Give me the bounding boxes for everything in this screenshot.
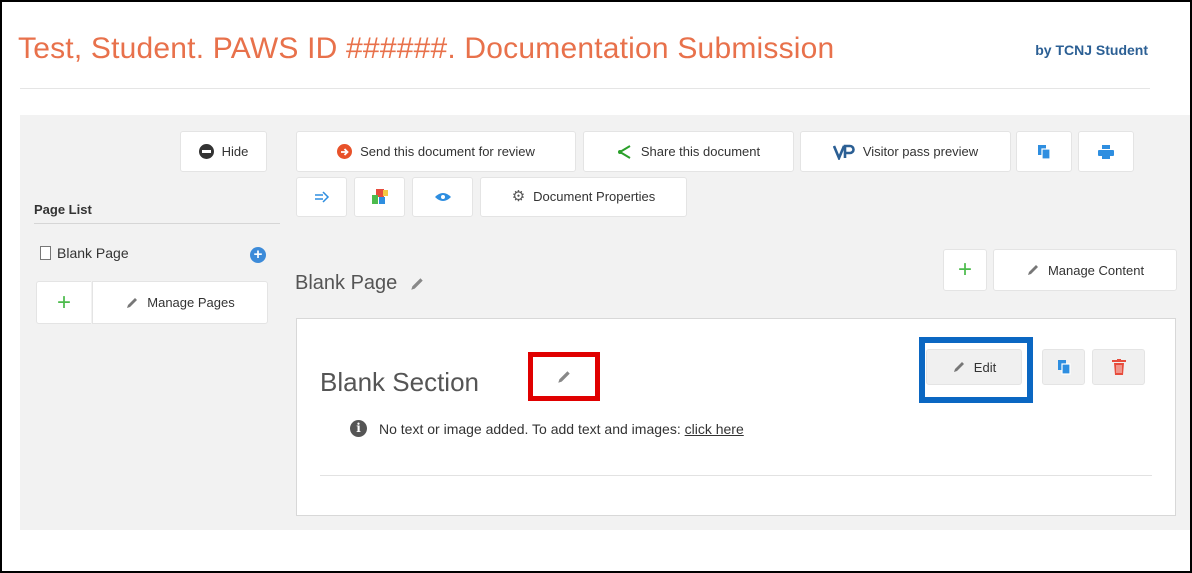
vp-logo-icon	[832, 144, 855, 160]
page-list-item[interactable]: Blank Page	[40, 245, 129, 261]
share-icon	[617, 144, 633, 160]
print-icon	[1098, 144, 1114, 159]
visitor-pass-preview-button[interactable]: Visitor pass preview	[800, 131, 1011, 172]
doc-props-label: Document Properties	[533, 189, 656, 204]
duplicate-section-button[interactable]	[1042, 349, 1085, 385]
visitor-label: Visitor pass preview	[862, 144, 979, 159]
share-document-button[interactable]: Share this document	[583, 131, 794, 172]
send-for-review-button[interactable]: Send this document for review	[296, 131, 576, 172]
minus-circle-icon	[198, 144, 214, 159]
page-heading-label: Blank Page	[295, 272, 398, 294]
add-content-button[interactable]: +	[943, 249, 987, 291]
document-properties-button[interactable]: ⚙ Document Properties	[480, 177, 687, 217]
export-icon	[314, 191, 330, 203]
section-title-edit-highlight[interactable]	[528, 352, 600, 401]
app-window: Test, Student. PAWS ID ######. Documenta…	[0, 0, 1192, 573]
info-text: No text or image added. To add text and …	[379, 420, 681, 437]
hide-label: Hide	[221, 144, 249, 159]
print-button[interactable]	[1078, 131, 1134, 172]
edit-button-highlight	[919, 337, 1033, 403]
eye-icon	[434, 192, 451, 202]
plus-icon: +	[957, 256, 972, 283]
manage-content-button[interactable]: Manage Content	[993, 249, 1177, 291]
theme-colors-button[interactable]	[354, 177, 405, 217]
copy-icon	[1037, 144, 1051, 160]
page-heading: Blank Page	[295, 272, 425, 295]
plus-circle-icon[interactable]: +	[250, 247, 266, 263]
plus-icon: +	[56, 288, 71, 316]
share-label: Share this document	[640, 144, 761, 159]
manage-pages-button[interactable]: Manage Pages	[92, 281, 268, 324]
divider	[20, 88, 1150, 89]
section-card	[296, 318, 1176, 516]
page-title: Test, Student. PAWS ID ######. Documenta…	[18, 32, 835, 65]
delete-section-button[interactable]	[1092, 349, 1145, 385]
pencil-icon	[125, 296, 139, 310]
arrow-right-circle-icon	[337, 144, 353, 159]
manage-content-label: Manage Content	[1047, 262, 1145, 278]
trash-icon	[1111, 359, 1126, 375]
pencil-icon	[556, 369, 572, 385]
pencil-icon[interactable]	[409, 276, 425, 292]
export-button[interactable]	[296, 177, 347, 217]
pencil-icon	[1026, 263, 1040, 277]
divider	[34, 223, 280, 224]
section-title: Blank Section	[320, 367, 479, 397]
copy-icon	[1057, 359, 1071, 375]
page-list-heading: Page List	[34, 202, 92, 217]
divider	[320, 475, 1152, 476]
info-icon: i	[350, 420, 367, 437]
manage-pages-label: Manage Pages	[147, 295, 235, 310]
page-item-label: Blank Page	[57, 245, 129, 261]
file-icon	[40, 246, 51, 260]
author-label: by TCNJ Student	[1035, 42, 1148, 58]
preview-button[interactable]	[412, 177, 473, 217]
copy-document-button[interactable]	[1016, 131, 1072, 172]
hide-button[interactable]: Hide	[180, 131, 267, 172]
gear-icon: ⚙	[511, 188, 526, 205]
empty-section-message: i No text or image added. To add text an…	[350, 420, 744, 437]
add-page-button[interactable]: +	[36, 281, 91, 324]
send-label: Send this document for review	[360, 144, 535, 159]
click-here-link[interactable]: click here	[685, 421, 744, 437]
color-blocks-icon	[371, 189, 389, 205]
